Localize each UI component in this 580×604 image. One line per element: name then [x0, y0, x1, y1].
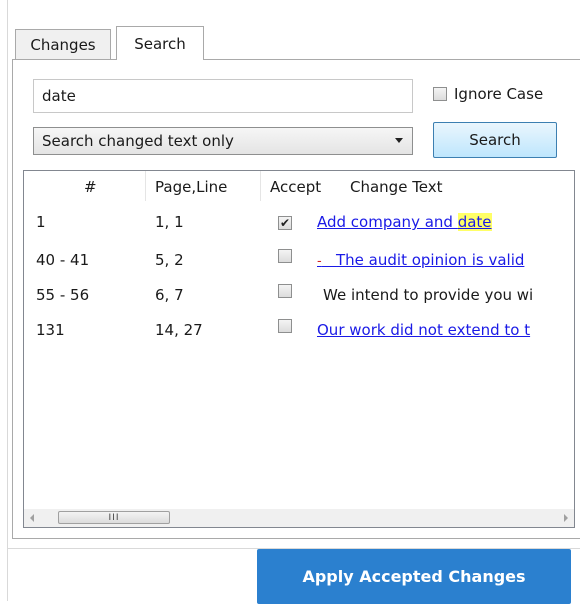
horizontal-scrollbar[interactable]: III [24, 509, 574, 527]
change-text: Add company and [317, 213, 458, 231]
result-row[interactable]: 1 1, 1 ✔ Add company and date [24, 208, 574, 238]
tab-search-label: Search [134, 34, 186, 53]
tab-search[interactable]: Search [116, 26, 204, 60]
accept-checkbox[interactable] [278, 319, 292, 333]
scroll-right-arrow-icon[interactable] [564, 514, 568, 522]
apply-accepted-changes-button[interactable]: Apply Accepted Changes [257, 549, 571, 604]
apply-button-label: Apply Accepted Changes [302, 567, 526, 586]
accept-checkbox[interactable] [278, 284, 292, 298]
ignore-case-option[interactable]: Ignore Case [433, 85, 543, 103]
change-marker-icon: - [317, 254, 322, 269]
row-page-line: 14, 27 [155, 321, 203, 339]
result-row[interactable]: 131 14, 27 Our work did not extend to t [24, 316, 574, 346]
column-divider[interactable] [260, 171, 261, 201]
change-text-link[interactable]: Our work did not extend to t [317, 321, 530, 339]
results-header: # Page,Line Accept Change Text [24, 171, 574, 201]
result-row[interactable]: 40 - 41 5, 2 - The audit opinion is vali… [24, 246, 574, 276]
scroll-left-arrow-icon[interactable] [30, 514, 34, 522]
result-row[interactable]: 55 - 56 6, 7 We intend to provide you wi [24, 281, 574, 311]
tab-changes[interactable]: Changes [15, 29, 111, 59]
row-page-line: 6, 7 [155, 286, 184, 304]
ignore-case-checkbox[interactable] [433, 87, 447, 101]
row-number: 1 [36, 213, 46, 231]
row-number: 131 [36, 321, 65, 339]
accept-checkbox[interactable] [278, 249, 292, 263]
window-border [7, 0, 8, 601]
column-header-change-text[interactable]: Change Text [350, 178, 443, 196]
scrollbar-grip-icon: III [108, 512, 120, 523]
accept-checkbox[interactable]: ✔ [278, 216, 292, 230]
search-button[interactable]: Search [433, 122, 557, 158]
column-header-page-line[interactable]: Page,Line [155, 178, 227, 196]
row-number: 55 - 56 [36, 286, 90, 304]
row-page-line: 1, 1 [155, 213, 184, 231]
column-header-accept[interactable]: Accept [270, 178, 321, 196]
search-button-label: Search [469, 131, 521, 149]
change-text[interactable]: We intend to provide you wi [323, 286, 533, 304]
column-divider[interactable] [145, 171, 146, 201]
row-number: 40 - 41 [36, 251, 90, 269]
tab-changes-label: Changes [30, 35, 96, 54]
search-match-highlight: date [457, 213, 492, 231]
row-page-line: 5, 2 [155, 251, 184, 269]
change-text-link[interactable]: Add company and date [317, 213, 492, 231]
column-header-number[interactable]: # [84, 178, 97, 196]
search-scope-dropdown[interactable]: Search changed text only [33, 127, 413, 155]
change-text: The audit opinion is valid [336, 251, 525, 269]
change-text-link[interactable]: - The audit opinion is valid [317, 251, 524, 269]
ignore-case-label: Ignore Case [454, 85, 544, 103]
search-input[interactable]: date [33, 79, 413, 113]
results-list: # Page,Line Accept Change Text 1 1, 1 ✔ … [23, 170, 575, 528]
search-scope-value: Search changed text only [42, 132, 234, 150]
scrollbar-thumb[interactable]: III [58, 511, 170, 524]
search-input-value: date [42, 87, 76, 105]
chevron-down-icon [395, 138, 403, 143]
